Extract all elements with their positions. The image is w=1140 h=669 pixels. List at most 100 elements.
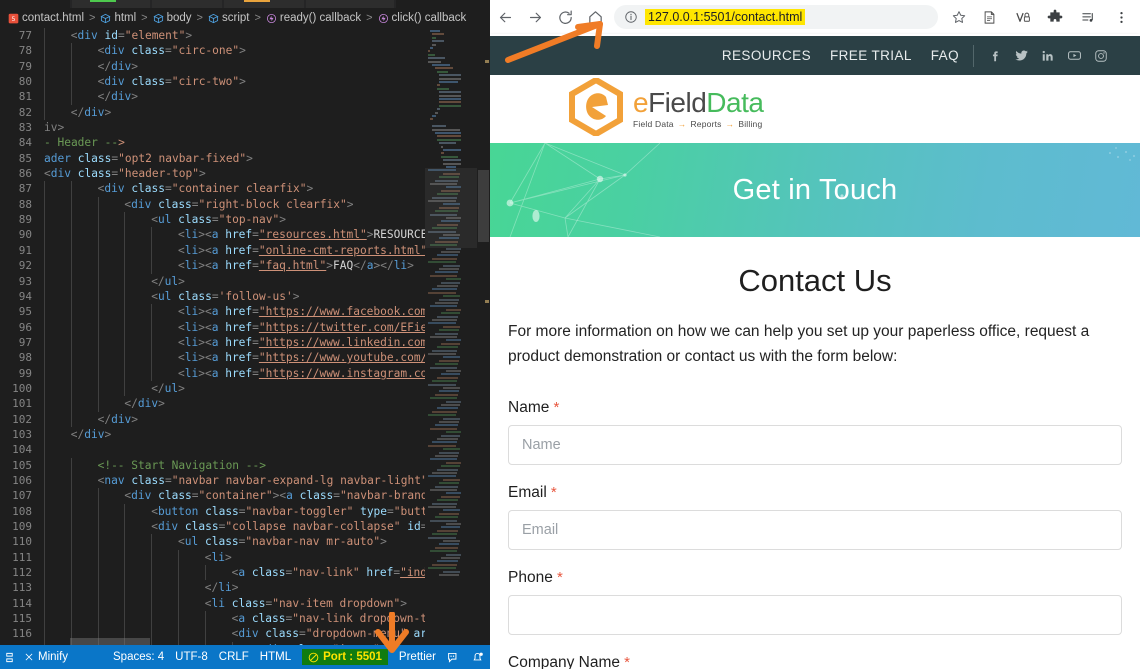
status-remote-indicator[interactable] xyxy=(4,652,15,663)
minimap[interactable] xyxy=(425,28,477,645)
code-line[interactable]: 109 <div class="collapse navbar-collapse"… xyxy=(0,519,425,535)
code-line[interactable]: 92 <li><a href="faq.html">FAQ</a></li> xyxy=(0,258,425,274)
code-line[interactable]: 115 <a class="nav-link dropdown-togg xyxy=(0,611,425,627)
extensions-puzzle-icon[interactable] xyxy=(1040,2,1070,32)
code-line[interactable]: 97 <li><a href="https://www.linkedin.com/… xyxy=(0,334,425,351)
linkedin-icon[interactable] xyxy=(1041,49,1055,63)
chrome-menu-icon[interactable] xyxy=(1106,2,1136,32)
code-line[interactable]: 93 </ul> xyxy=(0,273,425,289)
code-editor[interactable]: 77 <div id="element"> 78 <div class="circ-o… xyxy=(0,28,490,645)
breadcrumb-item-contact-html[interactable]: 5 contact.html xyxy=(8,12,84,24)
code-line[interactable]: 80 <div class="circ-two"> xyxy=(0,74,425,90)
status-minify[interactable]: Minify xyxy=(24,651,68,663)
reload-icon[interactable] xyxy=(550,2,580,32)
twitter-icon[interactable] xyxy=(1014,48,1029,63)
playlist-icon[interactable] xyxy=(1073,2,1103,32)
facebook-icon[interactable] xyxy=(988,49,1002,63)
home-icon[interactable] xyxy=(580,2,610,32)
editor-tab-active[interactable] xyxy=(0,0,70,8)
name-field[interactable] xyxy=(508,425,1122,466)
editor-tab[interactable] xyxy=(224,0,304,8)
code-line[interactable]: 101 </div> xyxy=(0,396,425,412)
topnav-item-free-trial[interactable]: FREE TRIAL xyxy=(830,48,912,63)
minimap-slider[interactable] xyxy=(425,168,477,248)
breadcrumb-item-click-callback[interactable]: click() callback xyxy=(378,12,466,24)
line-number: 110 xyxy=(12,535,32,549)
code-line[interactable]: 103 </div> xyxy=(0,426,425,443)
code-line[interactable]: 88 <div class="right-block clearfix"> xyxy=(0,196,425,213)
code-line[interactable]: 106 <nav class="navbar navbar-expand-lg n… xyxy=(0,472,425,489)
code-line[interactable]: 112 <a class="nav-link" href="index. xyxy=(0,565,425,581)
code-line[interactable]: 81 </div> xyxy=(0,89,425,105)
instagram-icon[interactable] xyxy=(1094,49,1108,63)
status-indentation[interactable]: Spaces: 4 xyxy=(113,651,164,663)
email-field[interactable] xyxy=(508,510,1122,551)
code-line[interactable]: 95 <li><a href="https://www.facebook.com/… xyxy=(0,304,425,320)
back-arrow-icon[interactable] xyxy=(490,2,520,32)
code-line[interactable]: 108 <button class="navbar-toggler" type="… xyxy=(0,503,425,519)
code-line[interactable]: 77 <div id="element"> xyxy=(0,28,425,44)
code-line[interactable]: 94 <ul class='follow-us'> xyxy=(0,288,425,305)
code-token: "https://www.facebook.com/eF xyxy=(258,305,425,319)
editor-vertical-scrollbar[interactable] xyxy=(477,28,490,645)
code-line[interactable]: 100 </ul> xyxy=(0,380,425,397)
code-line[interactable]: 83 iv> xyxy=(0,120,425,135)
code-line[interactable]: 105 <!-- Start Navigation --> xyxy=(0,457,425,473)
vimium-extension-icon[interactable] xyxy=(1007,2,1037,32)
editor-tab[interactable] xyxy=(306,0,394,8)
code-line[interactable]: 90<li><a href="resources.html">RESOURCES… xyxy=(0,227,425,243)
code-line[interactable]: 116<div class="dropdown-menu" aria- xyxy=(0,626,425,642)
code-line[interactable]: 102 </div> xyxy=(0,411,425,427)
minimap-line xyxy=(434,271,458,274)
editor-tab-overflow[interactable] xyxy=(396,0,490,8)
status-notifications-icon[interactable] xyxy=(471,651,484,664)
status-prettier[interactable]: Prettier xyxy=(399,651,436,663)
minimap-line xyxy=(430,550,457,553)
site-info-icon[interactable] xyxy=(624,10,638,24)
code-line[interactable]: 113 </li> xyxy=(0,580,425,596)
code-line[interactable]: 99 <li><a href="https://www.instagram.com… xyxy=(0,365,425,381)
code-line[interactable]: 79 </div> xyxy=(0,58,425,75)
site-logo[interactable]: eFieldData Field Data → Reports → Billin… xyxy=(568,76,764,141)
breadcrumb-item-script[interactable]: script xyxy=(208,12,249,24)
editor-horizontal-scrollbar-thumb[interactable] xyxy=(70,638,150,645)
editor-tab[interactable] xyxy=(72,0,150,8)
status-feedback-icon[interactable] xyxy=(447,651,460,664)
topnav-item-resources[interactable]: RESOURCES xyxy=(722,48,811,63)
code-line[interactable]: 78 <div class="circ-one"> xyxy=(0,43,425,59)
phone-field[interactable] xyxy=(508,595,1122,636)
code-line[interactable]: 84 - Header --> xyxy=(0,135,425,150)
address-bar[interactable]: 127.0.0.1:5501/contact.html xyxy=(614,5,938,29)
address-bar-url[interactable]: 127.0.0.1:5501/contact.html xyxy=(645,9,806,25)
code-line[interactable]: 85 ader class="opt2 navbar-fixed"> xyxy=(0,151,425,166)
code-line[interactable]: 104 xyxy=(0,442,425,458)
code-line[interactable]: 96 <li><a href="https://twitter.com/EFiel… xyxy=(0,319,425,335)
code-line[interactable]: 89 <ul class="top-nav"> xyxy=(0,212,425,228)
code-line[interactable]: 82 </div> xyxy=(0,104,425,121)
code-line[interactable]: 107 <div class="container"><a class="navb… xyxy=(0,488,425,504)
code-line[interactable]: 110 <ul class="navbar-nav mr-auto"> xyxy=(0,534,425,550)
code-line[interactable]: 86 <div class="header-top"> xyxy=(0,166,425,181)
status-language-mode[interactable]: HTML xyxy=(260,651,291,663)
bookmark-star-icon[interactable] xyxy=(944,2,974,32)
code-line[interactable]: 111 <li> xyxy=(0,549,425,566)
reader-extension-icon[interactable] xyxy=(974,2,1004,32)
forward-arrow-icon[interactable] xyxy=(520,2,550,32)
code-line[interactable]: 91<li><a href="online-cmt-reports.html">… xyxy=(0,242,425,259)
code-line[interactable]: 87 <div class="container clearfix"> xyxy=(0,181,425,197)
status-encoding[interactable]: UTF-8 xyxy=(175,651,208,663)
status-eol[interactable]: CRLF xyxy=(219,651,249,663)
topnav-item-faq[interactable]: FAQ xyxy=(931,48,959,63)
status-live-server-port[interactable]: Port : 5501 xyxy=(302,649,388,665)
breadcrumb[interactable]: 5 contact.html > html > body > script > ready() c… xyxy=(0,8,490,28)
breadcrumb-item-body[interactable]: body xyxy=(153,12,192,24)
code-line[interactable]: 98 <li><a href="https://www.youtube.com/c… xyxy=(0,350,425,366)
editor-scrollbar-thumb[interactable] xyxy=(478,170,489,242)
editor-tab[interactable] xyxy=(152,0,222,8)
minimap-line xyxy=(445,492,461,495)
code-token: > xyxy=(346,197,354,211)
code-line[interactable]: 114 <li class="nav-item dropdown"> xyxy=(0,595,425,612)
breadcrumb-item-html[interactable]: html xyxy=(100,12,136,24)
breadcrumb-item-ready-callback[interactable]: ready() callback xyxy=(266,12,361,24)
youtube-icon[interactable] xyxy=(1067,48,1082,63)
